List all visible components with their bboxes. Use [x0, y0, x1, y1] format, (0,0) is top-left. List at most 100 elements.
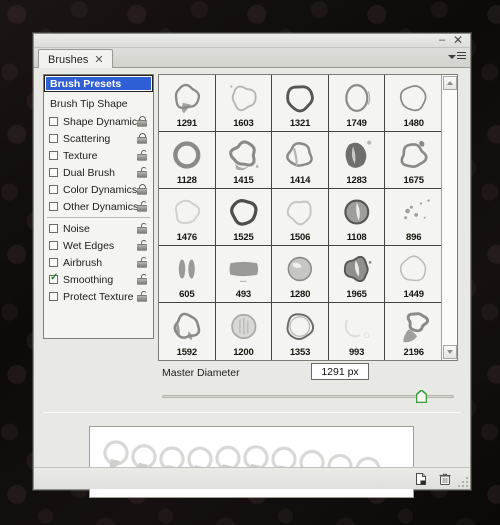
slider-thumb[interactable]	[416, 390, 427, 403]
panel-body: Brush Presets Brush Tip Shape Shape Dyna…	[34, 68, 470, 498]
brush-preset-cell[interactable]: 1603	[215, 75, 273, 132]
tab-brushes-label: Brushes	[48, 53, 89, 66]
brush-preset-cell[interactable]: 1525	[215, 189, 273, 246]
brush-preset-cell[interactable]: 1283	[328, 132, 386, 189]
minimize-button[interactable]: –	[436, 35, 448, 47]
brush-preset-cell[interactable]: 1675	[385, 132, 442, 189]
checkbox-texture[interactable]	[49, 151, 58, 160]
checkbox-other-dynamics[interactable]	[49, 202, 58, 211]
sidebar-item-texture[interactable]: Texture	[44, 147, 153, 164]
checkbox-noise[interactable]	[49, 224, 58, 233]
lock-closed-icon[interactable]	[137, 184, 148, 196]
brush-preset-grid-container: 1291 1603 1321 1749 1480 1128 1415 1414 1283 1675…	[158, 74, 458, 361]
lock-open-icon[interactable]	[137, 200, 148, 213]
lock-open-icon[interactable]	[137, 222, 148, 235]
master-diameter-input[interactable]: 1291 px	[311, 363, 369, 380]
brush-size-label: 1449	[403, 289, 425, 300]
sidebar-item-shape-dynamics[interactable]: Shape Dynamics	[44, 113, 153, 130]
brush-thumbnail-icon	[385, 78, 442, 118]
slider-track[interactable]	[162, 395, 454, 398]
resize-grip-icon[interactable]	[458, 477, 468, 487]
checkbox-scattering[interactable]	[49, 134, 58, 143]
brush-preset-cell[interactable]: 1592	[159, 303, 216, 360]
brush-preset-cell[interactable]: 1749	[328, 75, 386, 132]
sidebar-item-smoothing[interactable]: Smoothing	[44, 271, 153, 288]
new-brush-button[interactable]	[414, 472, 428, 486]
scroll-down-button[interactable]	[443, 345, 457, 359]
brush-thumbnail-icon	[329, 306, 385, 347]
brush-preset-cell[interactable]: 1280	[272, 246, 329, 303]
brush-thumbnail-icon	[329, 192, 385, 232]
checkbox-protect-texture[interactable]	[49, 292, 58, 301]
checkbox-shape-dynamics[interactable]	[49, 117, 58, 126]
checkbox-dual-brush[interactable]	[49, 168, 58, 177]
new-brush-icon	[416, 473, 426, 485]
brush-preset-cell[interactable]: 1480	[385, 75, 442, 132]
sidebar-item-airbrush[interactable]: Airbrush	[44, 254, 153, 271]
sidebar-item-other-dynamics[interactable]: Other Dynamics	[44, 198, 153, 215]
brush-preset-cell[interactable]: 1128	[159, 132, 216, 189]
checkbox-airbrush[interactable]	[49, 258, 58, 267]
tab-brushes[interactable]: Brushes ✕	[38, 49, 113, 69]
brush-preset-cell[interactable]: 1965	[328, 246, 386, 303]
panel-menu-icon[interactable]	[448, 50, 466, 64]
brush-preset-cell[interactable]: 1476	[159, 189, 216, 246]
brush-thumbnail-icon	[216, 78, 272, 118]
sidebar-item-dual-brush[interactable]: Dual Brush	[44, 164, 153, 181]
lock-closed-icon[interactable]	[137, 133, 148, 145]
sidebar-item-brush-tip-shape[interactable]: Brush Tip Shape	[44, 95, 153, 113]
checkbox-color-dynamics[interactable]	[49, 185, 58, 194]
brush-preset-cell[interactable]: 1449	[385, 246, 442, 303]
brush-preset-cell[interactable]: 2196	[385, 303, 442, 360]
list-separator	[47, 217, 150, 218]
brush-preset-cell[interactable]: 1200	[215, 303, 273, 360]
scroll-up-button[interactable]	[443, 76, 457, 90]
brush-thumbnail-icon	[216, 249, 272, 289]
delete-brush-button[interactable]	[438, 472, 452, 486]
lock-open-icon[interactable]	[137, 166, 148, 179]
close-button[interactable]: ✕	[452, 34, 464, 47]
checkbox-smoothing[interactable]	[49, 272, 58, 284]
brush-preset-cell[interactable]: 1415	[215, 132, 273, 189]
master-diameter-slider[interactable]	[158, 390, 458, 404]
lock-open-icon[interactable]	[137, 149, 148, 162]
lock-open-icon[interactable]	[137, 273, 148, 286]
sidebar-item-label: Scattering	[63, 132, 111, 145]
brush-size-label: 1321	[289, 118, 311, 129]
sidebar-item-protect-texture[interactable]: Protect Texture	[44, 288, 153, 305]
brush-thumbnail-icon	[329, 78, 385, 118]
brush-preset-cell[interactable]: 1353	[272, 303, 329, 360]
brush-preset-cell[interactable]: 993	[328, 303, 386, 360]
sidebar-item-scattering[interactable]: Scattering	[44, 130, 153, 147]
lock-closed-icon[interactable]	[137, 116, 148, 128]
sidebar-item-label: Brush Presets	[50, 77, 122, 90]
sidebar-item-noise[interactable]: Noise	[44, 220, 153, 237]
sidebar-item-label: Noise	[63, 222, 90, 235]
sidebar-item-label: Shape Dynamics	[63, 115, 143, 128]
sidebar-item-label: Dual Brush	[63, 166, 115, 179]
brush-preset-cell[interactable]: 1506	[272, 189, 329, 246]
brush-preset-cell[interactable]: 1108	[328, 189, 386, 246]
brush-thumbnail-icon	[216, 192, 272, 232]
brush-grid-scrollbar[interactable]	[441, 75, 457, 360]
sidebar-item-color-dynamics[interactable]: Color Dynamics	[44, 181, 153, 198]
sidebar-item-wet-edges[interactable]: Wet Edges	[44, 237, 153, 254]
brush-preset-cell[interactable]: 1414	[272, 132, 329, 189]
brush-thumbnail-icon	[159, 306, 215, 347]
trash-icon	[439, 473, 451, 485]
tab-close-icon[interactable]: ✕	[94, 53, 103, 66]
brush-thumbnail-icon	[272, 78, 328, 118]
brush-preset-cell[interactable]: 493	[215, 246, 273, 303]
sidebar-item-brush-presets[interactable]: Brush Presets	[44, 75, 153, 92]
brush-preset-cell[interactable]: 1321	[272, 75, 329, 132]
brush-preset-cell[interactable]: 896	[385, 189, 442, 246]
checkbox-wet-edges[interactable]	[49, 241, 58, 250]
brush-preset-grid[interactable]: 1291 1603 1321 1749 1480 1128 1415 1414 1283 1675…	[159, 75, 442, 360]
brush-preset-cell[interactable]: 1291	[159, 75, 216, 132]
brush-options-list[interactable]: Brush Presets Brush Tip Shape Shape Dyna…	[43, 74, 154, 339]
lock-open-icon[interactable]	[137, 290, 148, 303]
brush-size-label: 1108	[346, 232, 367, 243]
lock-open-icon[interactable]	[137, 256, 148, 269]
lock-open-icon[interactable]	[137, 239, 148, 252]
brush-preset-cell[interactable]: 605	[159, 246, 216, 303]
